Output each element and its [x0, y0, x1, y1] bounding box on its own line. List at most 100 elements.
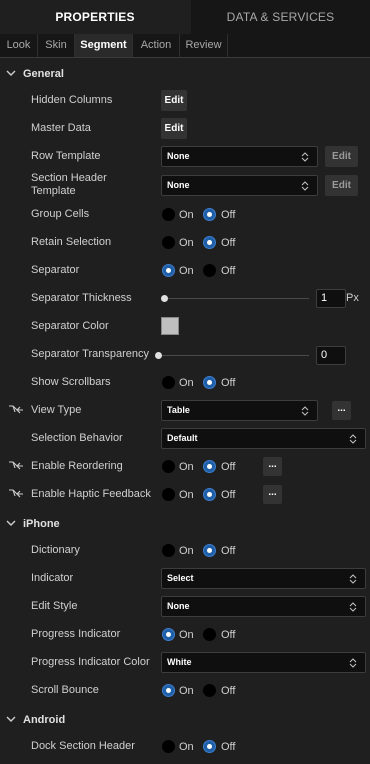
edit-style-select[interactable]: None [161, 596, 366, 617]
separator-thickness-slider[interactable] [164, 298, 309, 299]
dock-section-header-off-radio[interactable] [203, 740, 216, 753]
selection-behavior-select[interactable]: Default [161, 428, 366, 449]
view-type-select[interactable]: Table [161, 400, 318, 421]
radio-label: On [179, 209, 194, 221]
dictionary-on-radio[interactable] [162, 544, 175, 557]
progress-indicator-off-radio[interactable] [203, 628, 216, 641]
row-dictionary: Dictionary On Off [0, 537, 370, 563]
tab-action[interactable]: Action [133, 34, 179, 57]
enable-reordering-off-radio[interactable] [203, 460, 216, 473]
radio-label: On [179, 685, 194, 697]
row-retain-selection: Retain Selection On Off [0, 229, 370, 255]
separator-off-radio[interactable] [203, 264, 216, 277]
radio-label: On [179, 461, 194, 473]
edit-master-data-button[interactable]: Edit [161, 118, 187, 139]
enable-reordering-more-button[interactable]: ... [263, 457, 282, 476]
radio-label: Off [221, 629, 236, 641]
chevron-down-icon [6, 520, 16, 526]
retain-selection-on-radio[interactable] [162, 236, 175, 249]
row-row-template: Row Template None Edit [0, 144, 370, 170]
property-label: Selection Behavior [31, 432, 123, 444]
updown-chevron-icon [301, 180, 309, 191]
progress-indicator-on-radio[interactable] [162, 628, 175, 641]
updown-chevron-icon [301, 405, 309, 416]
progress-indicator-color-select[interactable]: White [161, 652, 366, 673]
tab-review[interactable]: Review [180, 34, 227, 57]
property-label: Show Scrollbars [31, 376, 111, 388]
enable-reordering-on-radio[interactable] [162, 460, 175, 473]
sub-tab-bar: Look Skin Segment Action Review [0, 34, 370, 58]
section-android-header[interactable]: Android [0, 711, 370, 731]
property-label: Separator Thickness [31, 292, 132, 304]
slider-thumb[interactable] [161, 295, 168, 302]
radio-label: Off [221, 209, 236, 221]
property-label: Edit Style [31, 600, 78, 612]
select-value: Select [167, 573, 194, 583]
show-scrollbars-off-radio[interactable] [203, 376, 216, 389]
view-type-more-button[interactable]: ... [332, 401, 351, 420]
tab-data-services[interactable]: DATA & SERVICES [191, 0, 370, 34]
updown-chevron-icon [349, 601, 357, 612]
section-header-template-select[interactable]: None [161, 175, 318, 196]
enable-haptic-feedback-off-radio[interactable] [203, 488, 216, 501]
row-indicator: Indicator Select [0, 566, 370, 592]
edit-hidden-columns-button[interactable]: Edit [161, 90, 187, 111]
radio-label: On [179, 489, 194, 501]
separator-transparency-slider[interactable] [158, 355, 309, 356]
separator-on-radio[interactable] [162, 264, 175, 277]
slider-thumb[interactable] [155, 352, 162, 359]
row-hidden-columns: Hidden Columns Edit [0, 88, 370, 114]
radio-label: On [179, 741, 194, 753]
unit-label: Px [346, 292, 359, 304]
row-template-select[interactable]: None [161, 146, 318, 167]
row-progress-indicator: Progress Indicator On Off [0, 621, 370, 647]
separator-thickness-input[interactable]: 1 [316, 289, 346, 308]
tab-properties[interactable]: PROPERTIES [0, 0, 190, 35]
radio-label: Off [221, 545, 236, 557]
tab-skin[interactable]: Skin [38, 34, 74, 57]
property-label: Separator Color [31, 320, 109, 332]
row-view-type: View Type Table ... [0, 398, 370, 424]
row-master-data: Master Data Edit [0, 116, 370, 142]
tab-look[interactable]: Look [0, 34, 37, 57]
dock-section-header-on-radio[interactable] [162, 740, 175, 753]
property-label: Hidden Columns [31, 94, 113, 106]
group-cells-off-radio[interactable] [203, 208, 216, 221]
chevron-down-icon [6, 70, 16, 76]
property-label: Scroll Bounce [31, 684, 99, 696]
separator-color-swatch[interactable] [161, 317, 179, 335]
section-title: General [23, 68, 64, 80]
updown-chevron-icon [349, 573, 357, 584]
radio-label: Off [221, 377, 236, 389]
tab-divider [227, 34, 228, 57]
platform-link-icon[interactable] [8, 488, 24, 500]
chevron-down-icon [6, 716, 16, 722]
group-cells-on-radio[interactable] [162, 208, 175, 221]
enable-haptic-feedback-on-radio[interactable] [162, 488, 175, 501]
property-label: Dictionary [31, 544, 80, 556]
retain-selection-off-radio[interactable] [203, 236, 216, 249]
property-label: Dock Section Header [31, 740, 135, 752]
dictionary-off-radio[interactable] [203, 544, 216, 557]
property-label: View Type [31, 404, 82, 416]
section-general-header[interactable]: General [0, 65, 370, 85]
section-title: Android [23, 714, 66, 726]
platform-link-icon[interactable] [8, 404, 24, 416]
property-label: Progress Indicator [31, 628, 121, 640]
property-label: Group Cells [31, 208, 90, 220]
row-edit-style: Edit Style None [0, 594, 370, 620]
enable-haptic-feedback-more-button[interactable]: ... [263, 485, 282, 504]
scroll-bounce-off-radio[interactable] [203, 684, 216, 697]
updown-chevron-icon [349, 433, 357, 444]
edit-row-template-button[interactable]: Edit [325, 146, 358, 167]
tab-segment[interactable]: Segment [75, 34, 132, 57]
indicator-select[interactable]: Select [161, 568, 366, 589]
scroll-bounce-on-radio[interactable] [162, 684, 175, 697]
show-scrollbars-on-radio[interactable] [162, 376, 175, 389]
row-scroll-bounce: Scroll Bounce On Off [0, 677, 370, 703]
section-iphone-header[interactable]: iPhone [0, 515, 370, 535]
edit-section-header-template-button[interactable]: Edit [325, 175, 358, 196]
property-label: Indicator [31, 572, 74, 584]
platform-link-icon[interactable] [8, 460, 24, 472]
separator-transparency-input[interactable]: 0 [316, 346, 346, 365]
